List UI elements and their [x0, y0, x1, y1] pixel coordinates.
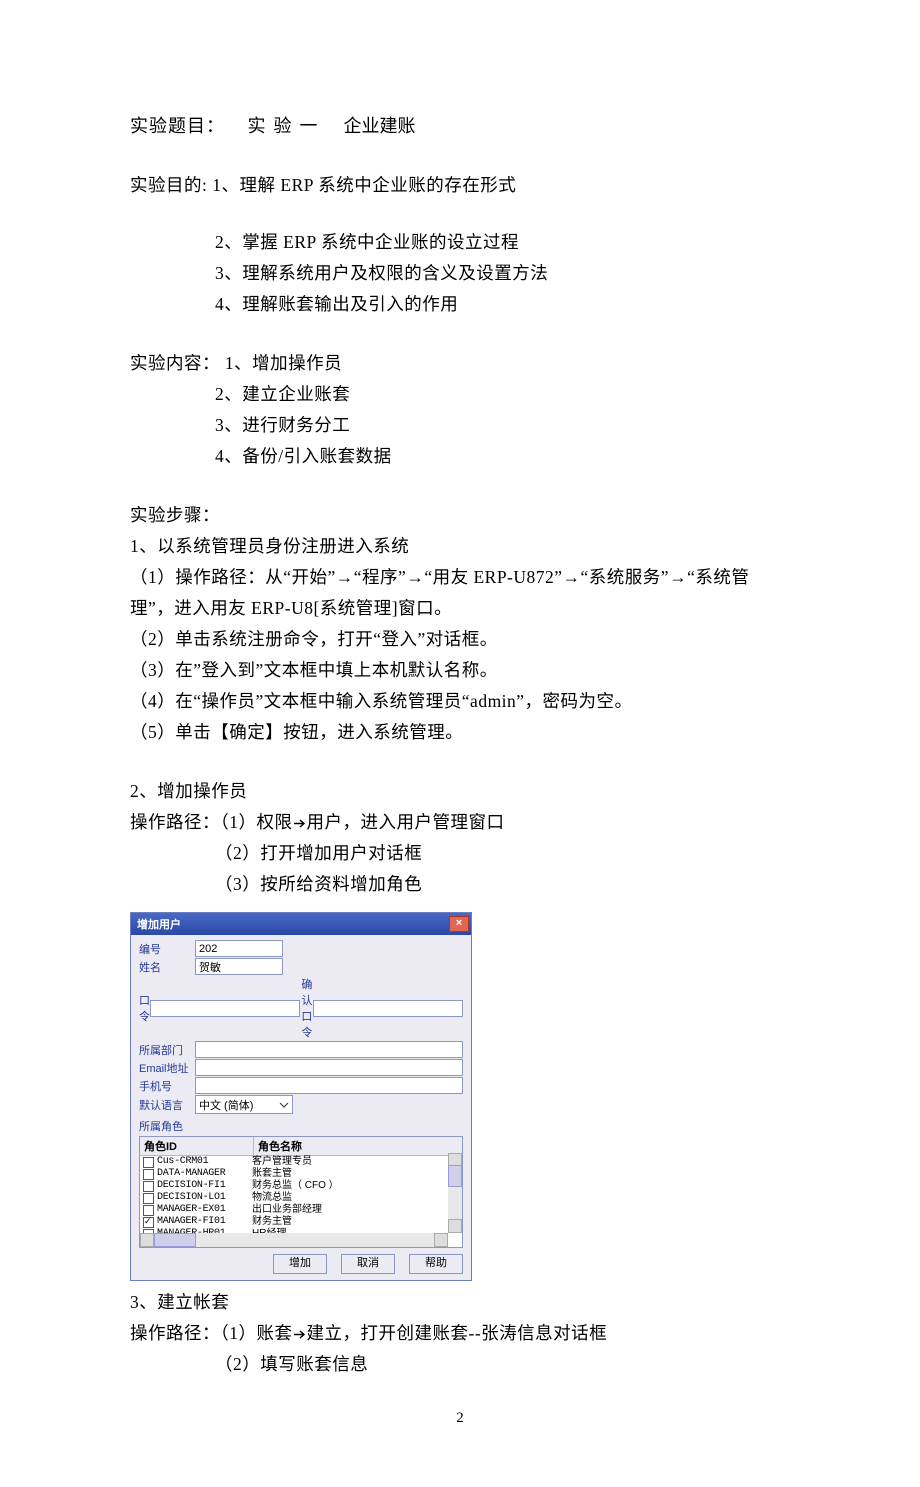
table-row[interactable]: MANAGER-EX01 出口业务部经理 — [140, 1204, 462, 1216]
step-3-path: 操作路径：（1）账套建立，打开创建账套--张涛信息对话框 — [130, 1318, 790, 1349]
step-2-path: 操作路径：（1）权限用户，进入用户管理窗口 — [130, 807, 790, 838]
role-checkbox[interactable] — [143, 1181, 154, 1192]
experiment-title-line: 实验题目： 实验一 企业建账 — [130, 110, 790, 142]
add-button[interactable]: 增加 — [273, 1254, 327, 1274]
label-roles: 所属角色 — [139, 1118, 183, 1134]
purpose-line-1: 实验目的: 1、理解 ERP 系统中企业账的存在形式 — [130, 170, 790, 201]
scroll-thumb[interactable] — [448, 1165, 462, 1187]
step-1d: （4）在“操作员”文本框中输入系统管理员“admin”，密码为空。 — [130, 686, 790, 717]
role-list-header: 角色ID 角色名称 — [140, 1137, 462, 1156]
content-line-4: 4、备份/引入账套数据 — [215, 441, 790, 472]
role-id: Cus-CRM01 — [157, 1156, 208, 1168]
role-name: 财务主管 — [250, 1216, 462, 1228]
confirm-password-field[interactable] — [313, 1000, 463, 1017]
document-page: 实验题目： 实验一 企业建账 实验目的: 1、理解 ERP 系统中企业账的存在形… — [0, 0, 920, 1487]
content-label: 实验内容： — [130, 353, 220, 373]
table-row[interactable]: DECISION-LO1 物流总监 — [140, 1192, 462, 1204]
code-field[interactable] — [195, 940, 283, 957]
close-icon[interactable]: × — [449, 916, 469, 932]
add-user-dialog: 增加用户 × 编号 姓名 口令 确认口令 所属部门 — [130, 912, 472, 1281]
step-1b: （2）单击系统注册命令，打开“登入”对话框。 — [130, 624, 790, 655]
arrow-right-icon — [293, 1323, 307, 1343]
role-id: DECISION-LO1 — [157, 1192, 225, 1204]
content-line-3: 3、进行财务分工 — [215, 410, 790, 441]
language-select[interactable]: 中文 (简体) — [195, 1095, 293, 1114]
dialog-titlebar[interactable]: 增加用户 × — [131, 913, 471, 935]
scroll-left-icon[interactable] — [140, 1233, 154, 1247]
role-checkbox[interactable] — [143, 1193, 154, 1204]
vertical-scrollbar[interactable] — [448, 1153, 462, 1233]
dialog-button-row: 增加 取消 帮助 — [131, 1250, 471, 1280]
step-3-sub2: （2）填写账套信息 — [215, 1349, 790, 1380]
role-id: DECISION-FI1 — [157, 1180, 225, 1192]
role-name: 客户管理专员 — [250, 1156, 462, 1168]
header-role-name: 角色名称 — [254, 1137, 462, 1156]
role-name: 物流总监 — [250, 1192, 462, 1204]
step-1: 1、以系统管理员身份注册进入系统 — [130, 531, 790, 562]
role-list: 角色ID 角色名称 Cus-CRM01 客户管理专员 DATA-MANAGER 账套主… — [139, 1136, 463, 1248]
title-label: 实验题目： — [130, 116, 225, 136]
role-id: MANAGER-FI01 — [157, 1216, 225, 1228]
role-checkbox[interactable] — [143, 1169, 154, 1180]
role-id: DATA-MANAGER — [157, 1168, 225, 1180]
help-button[interactable]: 帮助 — [409, 1254, 463, 1274]
email-field[interactable] — [195, 1059, 463, 1076]
horizontal-scrollbar[interactable] — [140, 1233, 448, 1247]
label-pwd: 口令 — [139, 992, 150, 1024]
dialog-body: 编号 姓名 口令 确认口令 所属部门 Email地址 — [131, 935, 471, 1250]
label-phone: 手机号 — [139, 1078, 195, 1094]
step-1c: （3）在”登入到”文本框中填上本机默认名称。 — [130, 655, 790, 686]
table-row[interactable]: DATA-MANAGER 账套主管 — [140, 1168, 462, 1180]
step-1a: （1）操作路径：从“开始”→“程序”→“用友 ERP-U872”→“系统服务”→… — [130, 562, 790, 624]
title-rest: 企业建账 — [344, 116, 416, 136]
purpose-line-4: 4、理解账套输出及引入的作用 — [215, 289, 790, 320]
label-dept: 所属部门 — [139, 1042, 195, 1058]
purpose-line-3: 3、理解系统用户及权限的含义及设置方法 — [215, 258, 790, 289]
table-row[interactable]: MANAGER-FI01 财务主管 — [140, 1216, 462, 1228]
step-2-sub2: （2）打开增加用户对话框 — [215, 838, 790, 869]
content-line-1: 实验内容： 1、增加操作员 — [130, 348, 790, 379]
role-name: 账套主管 — [250, 1168, 462, 1180]
steps-label: 实验步骤： — [130, 500, 790, 531]
step-3: 3、建立帐套 — [130, 1287, 790, 1318]
dialog-title: 增加用户 — [137, 916, 449, 932]
label-name: 姓名 — [139, 959, 195, 975]
scroll-right-icon[interactable] — [434, 1233, 448, 1247]
dept-field[interactable] — [195, 1041, 463, 1058]
role-checkbox[interactable] — [143, 1217, 154, 1228]
role-checkbox[interactable] — [143, 1205, 154, 1216]
page-number: 2 — [130, 1410, 790, 1427]
table-row[interactable]: DECISION-FI1 财务总监（ CFO ） — [140, 1180, 462, 1192]
scroll-thumb-h[interactable] — [154, 1233, 196, 1247]
label-pwd2: 确认口令 — [301, 976, 312, 1040]
purpose-line-2: 2、掌握 ERP 系统中企业账的设立过程 — [215, 227, 790, 258]
chevron-down-icon — [279, 1100, 289, 1110]
label-email: Email地址 — [139, 1060, 195, 1076]
step-1e: （5）单击【确定】按钮，进入系统管理。 — [130, 717, 790, 748]
cancel-button[interactable]: 取消 — [341, 1254, 395, 1274]
arrow-right-icon — [293, 812, 307, 832]
content-line-2: 2、建立企业账套 — [215, 379, 790, 410]
label-lang: 默认语言 — [139, 1097, 195, 1113]
scroll-down-icon[interactable] — [448, 1219, 462, 1233]
label-code: 编号 — [139, 941, 195, 957]
step-2-sub3: （3）按所给资料增加角色 — [215, 869, 790, 900]
role-id: MANAGER-EX01 — [157, 1204, 225, 1216]
role-name: 出口业务部经理 — [250, 1204, 462, 1216]
role-name: 财务总监（ CFO ） — [250, 1180, 462, 1192]
purpose-label: 实验目的: — [130, 175, 207, 195]
step-2: 2、增加操作员 — [130, 776, 790, 807]
role-checkbox[interactable] — [143, 1157, 154, 1168]
title-spaced: 实验一 — [248, 116, 326, 136]
name-field[interactable] — [195, 958, 283, 975]
header-role-id: 角色ID — [140, 1137, 254, 1156]
password-field[interactable] — [150, 1000, 300, 1017]
phone-field[interactable] — [195, 1077, 463, 1094]
table-row[interactable]: Cus-CRM01 客户管理专员 — [140, 1156, 462, 1168]
